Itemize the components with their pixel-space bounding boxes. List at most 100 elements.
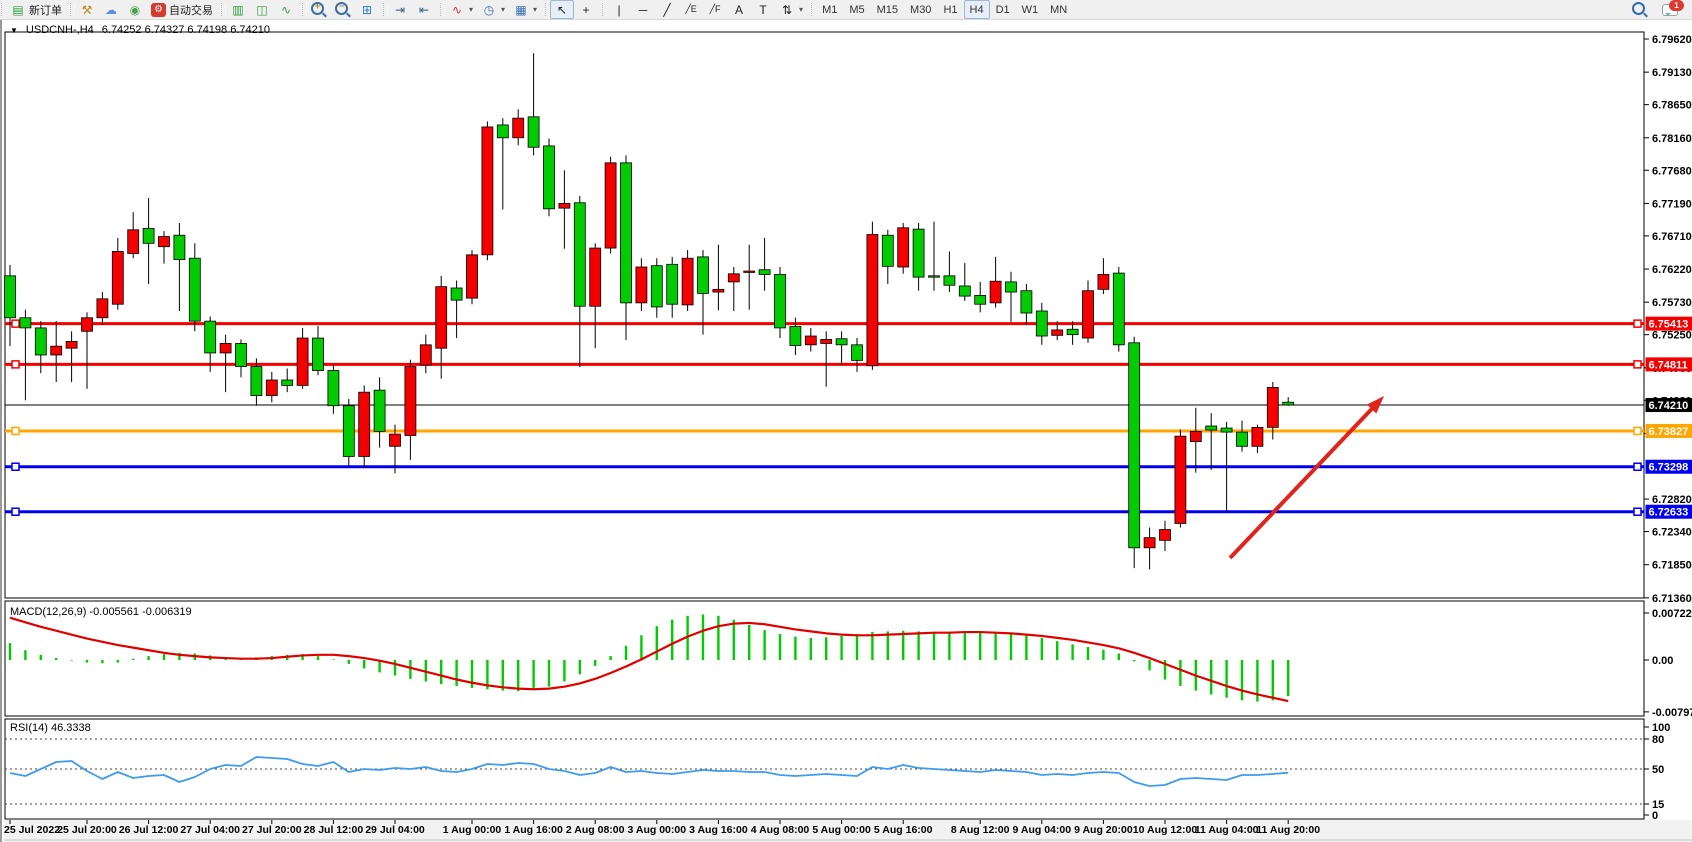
timeframe-m30[interactable]: M30 (904, 0, 937, 19)
candle (759, 270, 770, 275)
timeframe-w1[interactable]: W1 (1016, 0, 1045, 19)
chart-canvas[interactable]: 6.796206.791306.786506.781606.776806.771… (2, 19, 1692, 842)
channel-button[interactable]: ╱E (679, 0, 703, 19)
timeframe-h4[interactable]: H4 (964, 0, 990, 19)
chevron-down-icon[interactable]: ▾ (533, 5, 537, 14)
zoom-out-button[interactable]: − (331, 0, 355, 19)
crosshair-button[interactable]: + (574, 0, 598, 19)
zoom-group: +−⊞ (301, 0, 382, 19)
arrows-button[interactable]: ⇅▾ (775, 0, 807, 19)
timeframe-d1-label: D1 (996, 4, 1010, 16)
chat-icon[interactable]: 1 (1662, 4, 1678, 16)
collapse-triangle-icon[interactable]: ▼ (10, 26, 18, 35)
template-icon: ▦ (513, 2, 529, 17)
cloud-icon: ☁ (103, 2, 119, 17)
time-label: 11 Aug 04:00 (1195, 824, 1259, 836)
candle (790, 327, 801, 346)
candle (728, 274, 739, 282)
candle (929, 276, 940, 277)
zoom-in-button[interactable]: + (307, 0, 331, 19)
line-handle[interactable] (1634, 427, 1641, 434)
candle (66, 341, 77, 348)
svg-text:-0.007979: -0.007979 (1652, 707, 1692, 719)
candle (636, 267, 647, 303)
text-button[interactable]: A (727, 0, 751, 19)
timeframe-m15[interactable]: M15 (871, 0, 904, 19)
candle (651, 266, 662, 307)
candle (559, 203, 570, 208)
line-handle[interactable] (1634, 361, 1641, 368)
bar-chart-button[interactable]: ▥ (226, 0, 250, 19)
cursor-button[interactable]: ↖ (550, 0, 574, 19)
experts-button[interactable]: ☁ (99, 0, 123, 19)
line-handle[interactable] (1634, 320, 1641, 327)
timeframe-d1[interactable]: D1 (990, 0, 1016, 19)
line-handle[interactable] (12, 463, 19, 470)
line-handle[interactable] (1634, 508, 1641, 515)
chevron-down-icon[interactable]: ▾ (469, 5, 473, 14)
time-label: 26 Jul 12:00 (119, 824, 179, 836)
vertical-line-button[interactable]: | (607, 0, 631, 19)
candle (251, 366, 262, 395)
timeframe-m5[interactable]: M5 (843, 0, 870, 19)
chart-shift-icon: ⇤ (416, 2, 432, 17)
hammer-button[interactable]: ⚒ (75, 0, 99, 19)
candle (1006, 282, 1017, 292)
auto-trading-button[interactable]: ⚙自动交易 (147, 0, 217, 19)
candle (513, 118, 524, 138)
periods-button[interactable]: ◷▾ (477, 0, 509, 19)
candle (1190, 431, 1201, 441)
candle (1052, 330, 1063, 335)
timeframe-mn[interactable]: MN (1044, 0, 1073, 19)
time-label: 27 Jul 20:00 (242, 824, 302, 836)
label-button[interactable]: T (751, 0, 775, 19)
candlestick-button[interactable]: ◫ (250, 0, 274, 19)
line-handle[interactable] (12, 427, 19, 434)
line-handle[interactable] (12, 361, 19, 368)
timeframe-h1-label: H1 (943, 4, 957, 16)
new-order-button[interactable]: ▤新订单 (6, 0, 66, 19)
vertical-line-icon: | (611, 2, 627, 17)
candle (1098, 274, 1109, 289)
price-label-text: 6.74811 (1649, 359, 1688, 371)
timeframe-mn-label: MN (1050, 4, 1067, 16)
chevron-down-icon[interactable]: ▾ (799, 5, 803, 14)
signals-button[interactable]: ◉ (123, 0, 147, 19)
svg-text:6.77190: 6.77190 (1652, 198, 1692, 210)
candle (482, 127, 493, 255)
svg-text:6.72820: 6.72820 (1652, 494, 1692, 506)
horizontal-line-button[interactable]: ─ (631, 0, 655, 19)
candle (174, 235, 185, 259)
line-chart-button[interactable]: ∿ (274, 0, 298, 19)
candle (390, 434, 401, 446)
trendline-button[interactable]: ╱ (655, 0, 679, 19)
indicators-button[interactable]: ∿▾ (445, 0, 477, 19)
timeframe-m1[interactable]: M1 (816, 0, 843, 19)
new-order-button-label: 新订单 (29, 2, 62, 18)
tile-windows-button[interactable]: ⊞ (355, 0, 379, 19)
line-handle[interactable] (12, 320, 19, 327)
templates-button[interactable]: ▦▾ (509, 0, 541, 19)
svg-text:6.77680: 6.77680 (1652, 165, 1692, 177)
chart-shift-button[interactable]: ⇤ (412, 0, 436, 19)
candle (282, 380, 293, 385)
main-toolbar: ▤新订单⚒☁◉⚙自动交易▥◫∿+−⊞⇥⇤∿▾◷▾▦▾↖+|─╱╱E╱FAT⇅▾M… (0, 0, 1692, 20)
chevron-down-icon[interactable]: ▾ (501, 5, 505, 14)
search-icon[interactable] (1632, 2, 1645, 15)
candle (1221, 428, 1232, 432)
line-handle[interactable] (1634, 463, 1641, 470)
chart-title-bar[interactable]: ▼ USDCNH-,H4 6.74252 6.74327 6.74198 6.7… (10, 24, 270, 36)
timeframe-h1[interactable]: H1 (937, 0, 963, 19)
candle (5, 276, 16, 318)
line-handle[interactable] (12, 508, 19, 515)
timeframe-m15-label: M15 (877, 4, 898, 16)
candle (821, 339, 832, 343)
time-label: 1 Aug 16:00 (504, 824, 563, 836)
candle (898, 228, 909, 267)
fibonacci-button[interactable]: ╱F (703, 0, 727, 19)
candle (82, 318, 93, 332)
time-label: 2 Aug 08:00 (566, 824, 625, 836)
auto-scroll-button[interactable]: ⇥ (388, 0, 412, 19)
price-label-text: 6.74210 (1649, 400, 1689, 412)
candle (1113, 273, 1124, 345)
